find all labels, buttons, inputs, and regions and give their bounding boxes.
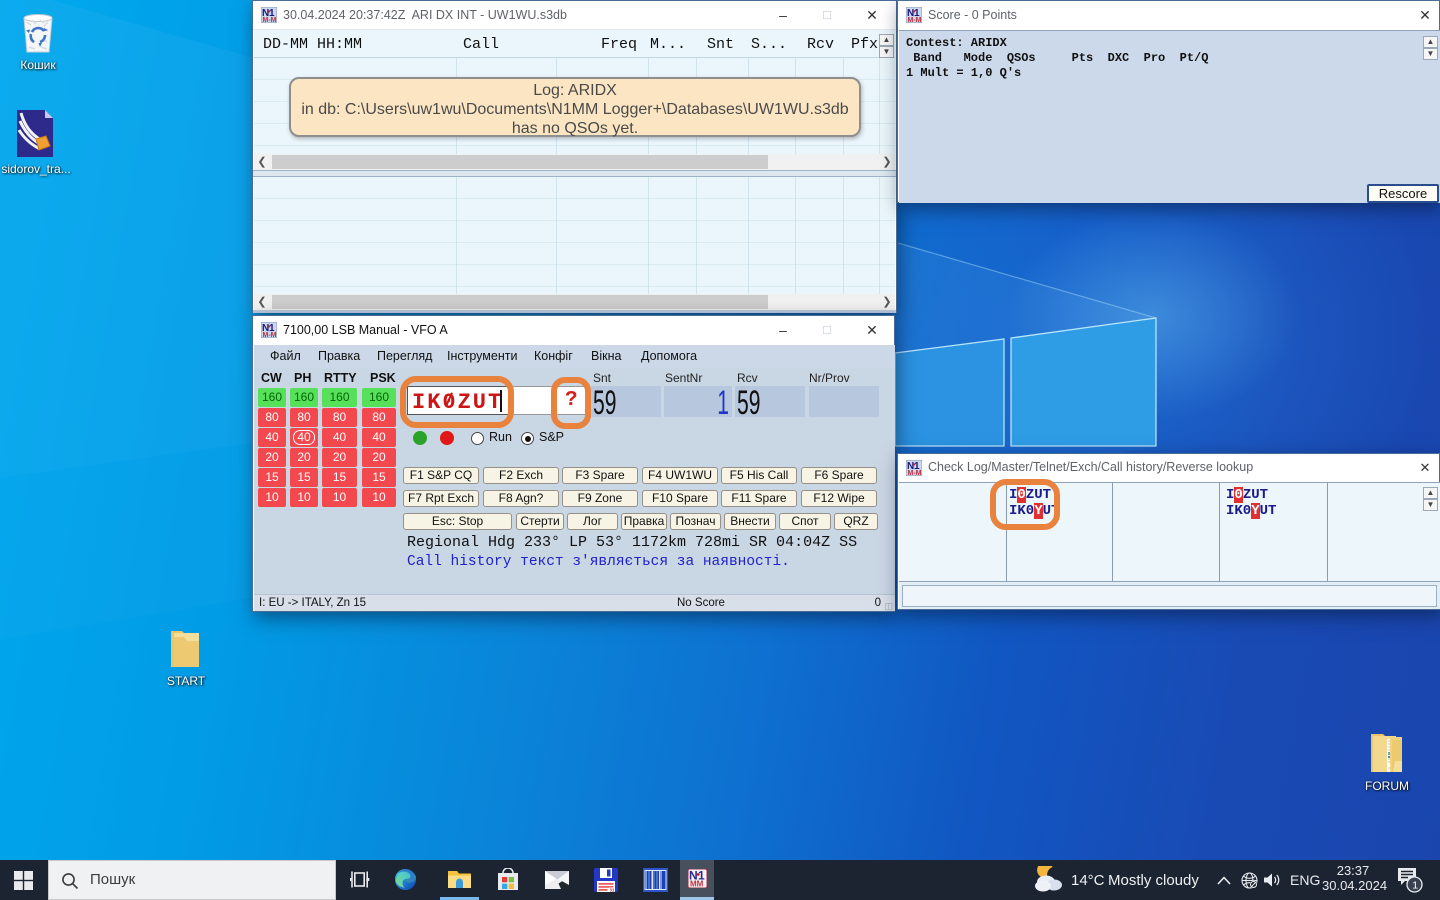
svg-text:31: 31: [610, 888, 616, 892]
svg-text:MM: MM: [690, 880, 704, 889]
svg-text:1: 1: [1412, 880, 1418, 892]
svg-text:M-M: M-M: [908, 17, 922, 23]
svg-text:M-M: M-M: [908, 470, 922, 476]
svg-text:M-M: M-M: [263, 17, 277, 23]
svg-text:M-M: M-M: [263, 332, 277, 338]
